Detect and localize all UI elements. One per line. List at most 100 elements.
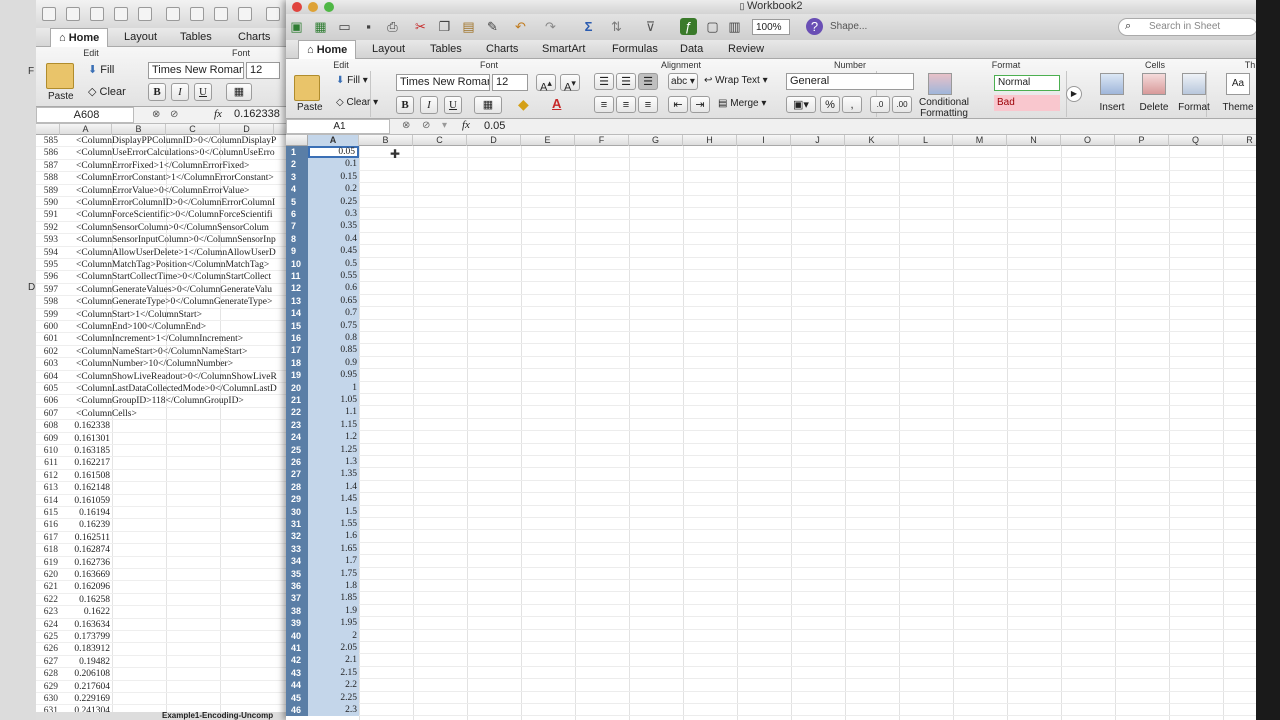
row-number[interactable]: 16 xyxy=(286,332,308,345)
table-row[interactable]: 628 0.206108 xyxy=(36,668,287,681)
table-row[interactable]: 46 2.3 xyxy=(286,704,1256,717)
search-field[interactable]: ⌕ Search in Sheet xyxy=(1118,18,1256,36)
cell-value[interactable]: 1.25 xyxy=(308,443,359,456)
cell-text[interactable]: <ColumnErrorConstant>1</ColumnErrorConst… xyxy=(76,172,274,184)
shapes-label[interactable]: Shape... xyxy=(830,21,867,32)
font-size-combo[interactable]: 12 xyxy=(492,74,528,91)
cell-value[interactable]: 0.95 xyxy=(308,369,359,382)
row-number[interactable]: 25 xyxy=(286,443,308,456)
cell-value[interactable]: 0.5 xyxy=(308,257,359,270)
table-row[interactable]: 12 0.6 xyxy=(286,282,1256,295)
column-header[interactable]: D xyxy=(220,124,274,135)
cell-text[interactable]: <ColumnForceScientific>0</ColumnForceSci… xyxy=(76,209,273,221)
tab-home[interactable]: ⌂ Home xyxy=(298,40,357,59)
cell-value[interactable]: 1.9 xyxy=(308,604,359,618)
conditional-formatting-icon[interactable] xyxy=(928,73,952,95)
table-row[interactable]: 604 <ColumnShowLiveReadout>0</ColumnShowL… xyxy=(36,371,287,383)
table-row[interactable]: 587 <ColumnErrorFixed>1</ColumnErrorFixed… xyxy=(36,160,287,173)
column-header[interactable]: J xyxy=(791,135,845,146)
toolbox-icon[interactable]: ▥ xyxy=(726,18,743,35)
conditional-formatting-button[interactable]: Conditional Formatting xyxy=(916,97,972,119)
row-number[interactable]: 624 xyxy=(36,619,58,631)
format-button[interactable]: Format xyxy=(1176,102,1212,113)
tab-layout[interactable]: Layout xyxy=(364,40,413,59)
table-row[interactable]: 1 0.05 xyxy=(286,146,1256,159)
table-row[interactable]: 597 <ColumnGenerateValues>0</ColumnGenera… xyxy=(36,284,287,297)
row-number[interactable]: 12 xyxy=(286,282,308,295)
cell-value[interactable]: 0.2 xyxy=(308,183,359,196)
themes-icon[interactable]: Aa xyxy=(1226,73,1250,95)
table-row[interactable]: 26 1.3 xyxy=(286,456,1256,469)
row-number[interactable]: 44 xyxy=(286,679,308,692)
confirm-icon[interactable]: ⊘ xyxy=(170,109,178,120)
row-number[interactable]: 21 xyxy=(286,394,308,407)
table-row[interactable]: 609 0.161301 xyxy=(36,433,287,445)
table-row[interactable]: 9 0.45 xyxy=(286,245,1256,258)
row-number[interactable]: 599 xyxy=(36,309,58,321)
row-number[interactable]: 608 xyxy=(36,420,58,432)
cell-text[interactable]: <ColumnMatchTag>Position</ColumnMatchTag… xyxy=(76,259,269,271)
table-row[interactable]: 626 0.183912 xyxy=(36,643,287,656)
dropdown-icon[interactable]: ▾ xyxy=(442,120,447,131)
row-number[interactable]: 610 xyxy=(36,445,58,457)
cell-value[interactable]: 0.16239 xyxy=(60,519,110,531)
cell-text[interactable]: <ColumnShowLiveReadout>0</ColumnShowLive… xyxy=(76,371,277,383)
cell-value[interactable]: 1.8 xyxy=(308,580,359,593)
table-row[interactable]: 32 1.6 xyxy=(286,530,1256,543)
row-number[interactable]: 27 xyxy=(286,468,308,481)
column-header[interactable]: D xyxy=(467,135,521,146)
cell-text[interactable]: <ColumnAllowUserDelete>1</ColumnAllowUse… xyxy=(76,247,276,259)
row-number[interactable]: 607 xyxy=(36,408,58,420)
formula-input[interactable]: 0.162338 xyxy=(234,108,280,120)
row-number[interactable]: 35 xyxy=(286,567,308,580)
table-row[interactable]: 610 0.163185 xyxy=(36,445,287,458)
format-cells-icon[interactable] xyxy=(1182,73,1206,95)
column-header[interactable]: Q xyxy=(1169,135,1223,146)
cell-value[interactable]: 1.1 xyxy=(308,406,359,419)
cell-value[interactable]: 0.162096 xyxy=(60,581,110,593)
cell-text[interactable]: <ColumnErrorFixed>1</ColumnErrorFixed> xyxy=(76,160,249,172)
number-format-combo[interactable]: General xyxy=(786,73,914,90)
table-row[interactable]: 41 2.05 xyxy=(286,642,1256,655)
undo-icon[interactable] xyxy=(266,7,280,21)
row-number[interactable]: 595 xyxy=(36,259,58,271)
row-number[interactable]: 37 xyxy=(286,592,308,605)
cell-text[interactable]: <ColumnUseErrorCalculations>0</ColumnUse… xyxy=(76,147,275,159)
row-number[interactable]: 591 xyxy=(36,209,58,221)
table-row[interactable]: 3 0.15 xyxy=(286,170,1256,184)
fill-color-icon[interactable]: ◆ xyxy=(518,96,529,113)
active-cell[interactable]: 0.05 xyxy=(308,146,359,159)
row-number[interactable]: 616 xyxy=(36,519,58,531)
table-row[interactable]: 23 1.15 xyxy=(286,418,1256,432)
row-number[interactable]: 20 xyxy=(286,381,308,394)
table-row[interactable]: 30 1.5 xyxy=(286,505,1256,518)
zoom-icon[interactable] xyxy=(324,2,334,12)
print-icon[interactable] xyxy=(138,7,152,21)
templates-icon[interactable]: ▦ xyxy=(312,18,329,35)
row-number[interactable]: 593 xyxy=(36,234,58,246)
table-row[interactable]: 629 0.217604 xyxy=(36,681,287,693)
cell-value[interactable]: 0.9 xyxy=(308,356,359,370)
row-number[interactable]: 17 xyxy=(286,344,308,357)
table-row[interactable]: 627 0.19482 xyxy=(36,656,287,669)
font-color-icon[interactable]: A xyxy=(552,96,561,111)
themes-button[interactable]: Theme xyxy=(1220,102,1256,113)
table-row[interactable]: 44 2.2 xyxy=(286,679,1256,692)
cell-value[interactable]: 0.4 xyxy=(308,232,359,246)
row-number[interactable]: 4 xyxy=(286,183,308,196)
table-row[interactable]: 614 0.161059 xyxy=(36,495,287,507)
table-row[interactable]: 25 1.25 xyxy=(286,443,1256,456)
row-number[interactable]: 587 xyxy=(36,160,58,172)
align-middle-button[interactable]: ☰ xyxy=(616,73,636,90)
cell-value[interactable]: 1.35 xyxy=(308,468,359,481)
align-top-button[interactable]: ☰ xyxy=(594,73,614,90)
copy-icon[interactable]: ❐ xyxy=(436,18,453,35)
table-row[interactable]: 18 0.9 xyxy=(286,356,1256,370)
cell-value[interactable]: 0.162338 xyxy=(60,420,110,432)
cell-value[interactable]: 0.217604 xyxy=(60,681,110,693)
cell-text[interactable]: <ColumnErrorColumnID>0</ColumnErrorColum… xyxy=(76,197,275,209)
table-row[interactable]: 618 0.162874 xyxy=(36,544,287,557)
tab-layout[interactable]: Layout xyxy=(116,28,165,47)
tab-charts[interactable]: Charts xyxy=(478,40,526,59)
row-number[interactable]: 23 xyxy=(286,418,308,432)
